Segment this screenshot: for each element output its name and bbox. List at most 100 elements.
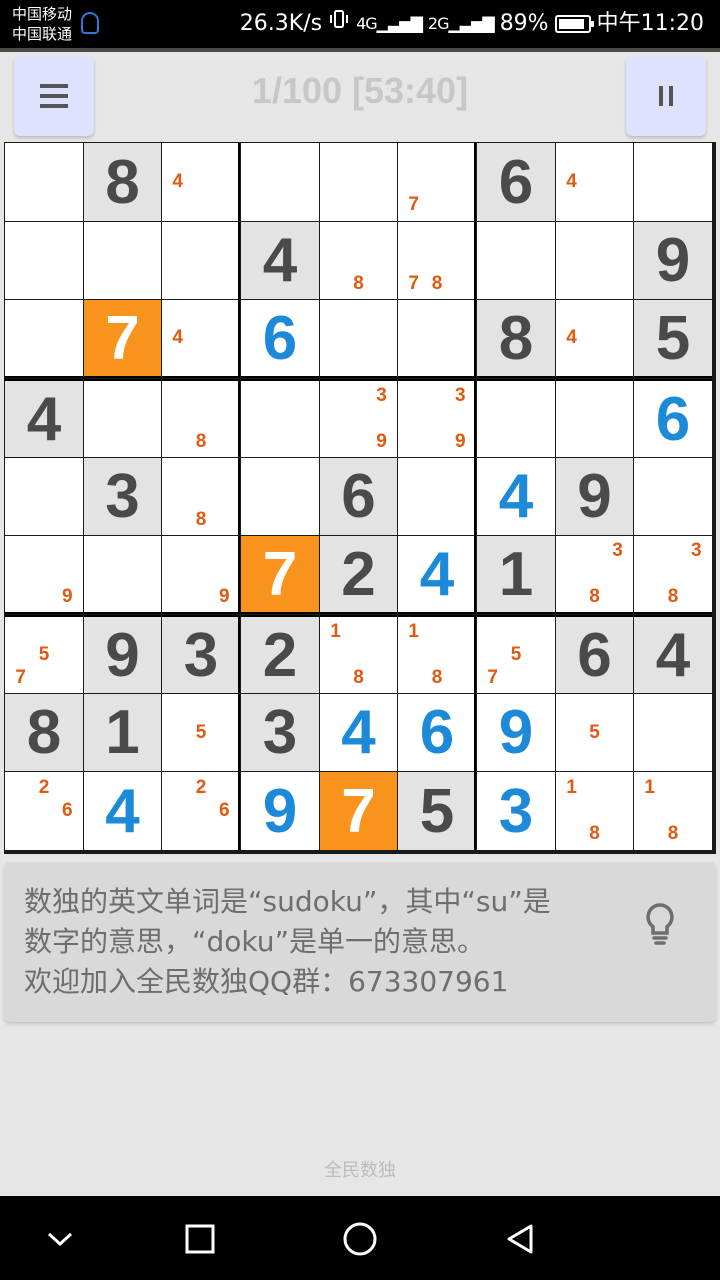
- note-digit: 9: [219, 585, 230, 607]
- sudoku-cell[interactable]: 7: [241, 536, 319, 614]
- sudoku-cell[interactable]: 18: [634, 772, 712, 850]
- back-button[interactable]: [495, 1214, 545, 1264]
- note-digit: 7: [408, 272, 419, 294]
- sudoku-cell[interactable]: 18: [398, 615, 476, 693]
- sudoku-cell[interactable]: [162, 222, 240, 299]
- sudoku-cell[interactable]: [5, 300, 83, 378]
- sudoku-cell[interactable]: [241, 379, 319, 457]
- sudoku-cell[interactable]: 5: [634, 300, 712, 378]
- sudoku-cell[interactable]: 4: [477, 458, 555, 535]
- sudoku-cell[interactable]: 8: [320, 222, 397, 299]
- sudoku-cell[interactable]: 8: [477, 300, 555, 378]
- sudoku-cell[interactable]: 8: [162, 458, 240, 535]
- sudoku-cell[interactable]: 4: [162, 300, 240, 378]
- sudoku-cell[interactable]: [84, 379, 161, 457]
- sudoku-cell[interactable]: 5: [162, 694, 240, 771]
- sudoku-cell[interactable]: 8: [162, 379, 240, 457]
- sudoku-cell[interactable]: 4: [162, 143, 240, 221]
- sudoku-cell[interactable]: 4: [320, 694, 397, 771]
- sudoku-cell[interactable]: [398, 300, 476, 378]
- sudoku-cell[interactable]: 38: [556, 536, 633, 614]
- sudoku-cell[interactable]: [5, 458, 83, 535]
- note-digit: 9: [376, 430, 387, 452]
- note-digit: 5: [195, 721, 207, 743]
- sudoku-cell[interactable]: 9: [5, 536, 83, 614]
- sudoku-cell[interactable]: 6: [556, 615, 633, 693]
- cell-value: 1: [498, 539, 534, 609]
- sudoku-cell[interactable]: [241, 458, 319, 535]
- sudoku-cell[interactable]: 4: [84, 772, 161, 850]
- sudoku-cell[interactable]: 57: [477, 615, 555, 693]
- sudoku-cell[interactable]: 4: [5, 379, 83, 457]
- sudoku-cell[interactable]: 78: [398, 222, 476, 299]
- sudoku-cell[interactable]: [320, 143, 397, 221]
- sudoku-cell[interactable]: 7: [84, 300, 161, 378]
- sudoku-cell[interactable]: 39: [398, 379, 476, 457]
- sudoku-cell[interactable]: [320, 300, 397, 378]
- sudoku-cell[interactable]: 26: [162, 772, 240, 850]
- sudoku-cell[interactable]: 6: [241, 300, 319, 378]
- sudoku-cell[interactable]: 57: [5, 615, 83, 693]
- cell-notes: 8: [324, 226, 393, 295]
- sudoku-cell[interactable]: 9: [84, 615, 161, 693]
- sudoku-cell[interactable]: [634, 458, 712, 535]
- sudoku-cell[interactable]: [477, 222, 555, 299]
- sudoku-cell[interactable]: 2: [320, 536, 397, 614]
- cell-notes: 8: [166, 385, 236, 453]
- sudoku-cell[interactable]: 9: [556, 458, 633, 535]
- cell-value: 6: [262, 303, 298, 373]
- sudoku-cell[interactable]: [5, 222, 83, 299]
- sudoku-cell[interactable]: 8: [5, 694, 83, 771]
- sudoku-cell[interactable]: 2: [241, 615, 319, 693]
- recents-icon: [185, 1224, 215, 1254]
- sudoku-cell[interactable]: 26: [5, 772, 83, 850]
- sudoku-cell[interactable]: 6: [398, 694, 476, 771]
- sudoku-cell[interactable]: 18: [320, 615, 397, 693]
- sudoku-cell[interactable]: [634, 694, 712, 771]
- net-type-2: 2G: [427, 14, 450, 33]
- sudoku-cell[interactable]: 4: [241, 222, 319, 299]
- home-button[interactable]: [335, 1214, 385, 1264]
- note-digit: 5: [510, 643, 522, 665]
- sudoku-cell[interactable]: [634, 143, 712, 221]
- sudoku-cell[interactable]: 6: [477, 143, 555, 221]
- sudoku-cell[interactable]: 3: [84, 458, 161, 535]
- sudoku-cell[interactable]: 9: [477, 694, 555, 771]
- sudoku-cell[interactable]: 5: [398, 772, 476, 850]
- sudoku-cell[interactable]: [477, 379, 555, 457]
- collapse-button[interactable]: [35, 1214, 85, 1264]
- sudoku-cell[interactable]: [84, 222, 161, 299]
- sudoku-cell[interactable]: 7: [398, 143, 476, 221]
- sudoku-cell[interactable]: 3: [241, 694, 319, 771]
- sudoku-cell[interactable]: 9: [241, 772, 319, 850]
- sudoku-cell[interactable]: 39: [320, 379, 397, 457]
- lightbulb-icon[interactable]: [640, 902, 680, 946]
- sudoku-cell[interactable]: 18: [556, 772, 633, 850]
- sudoku-cell[interactable]: 9: [634, 222, 712, 299]
- sudoku-cell[interactable]: 38: [634, 536, 712, 614]
- sudoku-cell[interactable]: 6: [634, 379, 712, 457]
- sudoku-cell[interactable]: 8: [84, 143, 161, 221]
- recents-button[interactable]: [175, 1214, 225, 1264]
- pause-button[interactable]: [626, 56, 706, 136]
- sudoku-cell[interactable]: 7: [320, 772, 397, 850]
- menu-button[interactable]: [14, 56, 94, 136]
- sudoku-cell[interactable]: 3: [477, 772, 555, 850]
- sudoku-cell[interactable]: [398, 458, 476, 535]
- sudoku-cell[interactable]: 1: [84, 694, 161, 771]
- sudoku-cell[interactable]: 6: [320, 458, 397, 535]
- sudoku-cell[interactable]: [5, 143, 83, 221]
- sudoku-cell[interactable]: 4: [556, 143, 633, 221]
- sudoku-cell[interactable]: 5: [556, 694, 633, 771]
- sudoku-cell[interactable]: 4: [398, 536, 476, 614]
- sudoku-cell[interactable]: [241, 143, 319, 221]
- sudoku-cell[interactable]: 9: [162, 536, 240, 614]
- sudoku-cell[interactable]: [84, 536, 161, 614]
- sudoku-cell[interactable]: [556, 222, 633, 299]
- sudoku-cell[interactable]: [556, 379, 633, 457]
- sudoku-cell[interactable]: 4: [634, 615, 712, 693]
- sudoku-cell[interactable]: 4: [556, 300, 633, 378]
- sudoku-cell[interactable]: 3: [162, 615, 240, 693]
- note-digit: 5: [589, 721, 600, 743]
- sudoku-cell[interactable]: 1: [477, 536, 555, 614]
